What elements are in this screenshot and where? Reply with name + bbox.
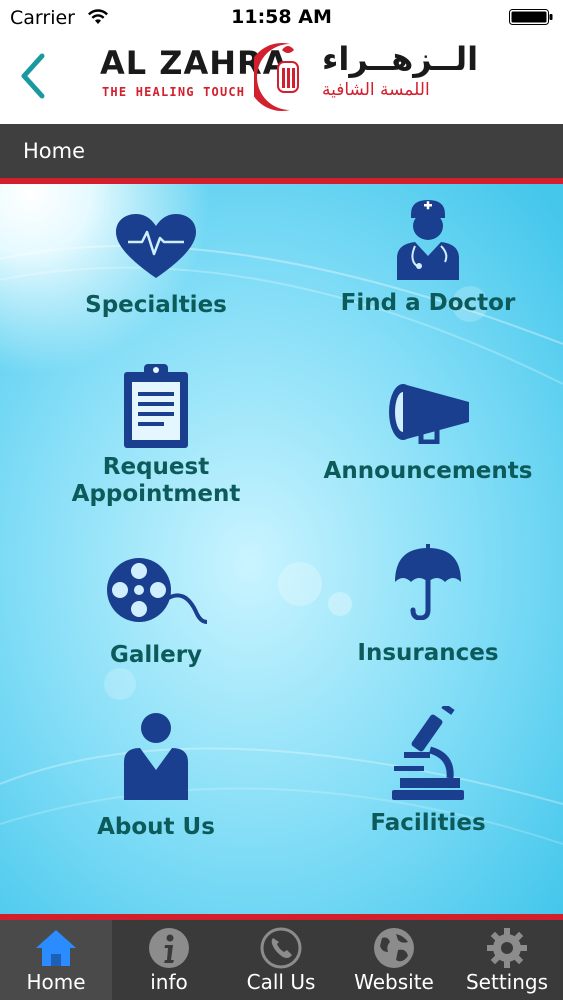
gear-icon (487, 928, 527, 968)
breadcrumb-label: Home (23, 139, 86, 163)
app-header: AL ZAHRA THE HEALING TOUCH الــزهــراء ا… (0, 36, 563, 124)
clock: 11:58 AM (231, 6, 332, 28)
person-icon (124, 713, 188, 800)
status-bar: Carrier 11:58 AM (0, 0, 563, 36)
menu-label: Facilities (370, 810, 486, 836)
umbrella-icon (395, 544, 461, 620)
tab-label: info (150, 970, 188, 994)
microscope-icon (392, 706, 464, 800)
tab-label: Call Us (246, 970, 316, 994)
heart-pulse-icon (116, 214, 196, 278)
tab-info[interactable]: info (113, 920, 225, 1000)
back-chevron-icon[interactable] (14, 46, 54, 106)
menu-find-doctor[interactable]: Find a Doctor (308, 196, 548, 317)
globe-icon (374, 928, 414, 968)
menu-about-us[interactable]: About Us (36, 712, 276, 841)
al-zahra-logo: AL ZAHRA THE HEALING TOUCH الــزهــراء ا… (100, 36, 478, 124)
menu-label: Gallery (109, 642, 203, 668)
crescent-emblem-icon (254, 43, 299, 111)
menu-specialties[interactable]: Specialties (36, 212, 276, 319)
menu-label: Insurances (357, 640, 499, 666)
menu-label: About Us (97, 814, 215, 840)
home-icon (36, 930, 76, 966)
film-reel-icon (107, 558, 208, 624)
tab-label: Website (354, 970, 434, 994)
tab-label: Settings (465, 970, 549, 994)
menu-facilities[interactable]: Facilities (308, 706, 548, 837)
tab-bar: Home info Call Us Website Settings (0, 920, 563, 1000)
doctor-icon (397, 200, 459, 280)
battery-icon (509, 9, 553, 25)
menu-announcements[interactable]: Announcements (308, 380, 548, 485)
breadcrumb: Home (0, 124, 563, 178)
menu-label: Specialties (85, 292, 227, 318)
tab-call-us[interactable]: Call Us (225, 920, 337, 1000)
home-menu: Specialties Find a Doctor Request Appoin… (0, 184, 563, 914)
menu-request-appointment[interactable]: Request Appointment (36, 360, 276, 508)
menu-label: Announcements (323, 458, 533, 484)
info-icon (149, 928, 189, 968)
logo-tagline-en: THE HEALING TOUCH (102, 85, 246, 99)
megaphone-icon (389, 384, 469, 444)
clipboard-icon (124, 364, 188, 448)
tab-website[interactable]: Website (338, 920, 450, 1000)
logo-title-ar: الــزهــراء (322, 40, 479, 78)
menu-label: Request (102, 454, 210, 480)
logo-tagline-ar: اللمسة الشافية (322, 80, 430, 100)
tab-settings[interactable]: Settings (451, 920, 563, 1000)
phone-icon (260, 927, 302, 969)
menu-label: Appointment (71, 481, 241, 507)
tab-label: Home (26, 970, 86, 994)
menu-gallery[interactable]: Gallery (36, 556, 276, 669)
menu-label: Find a Doctor (340, 290, 516, 316)
tab-home[interactable]: Home (0, 920, 112, 1000)
menu-insurances[interactable]: Insurances (308, 544, 548, 667)
